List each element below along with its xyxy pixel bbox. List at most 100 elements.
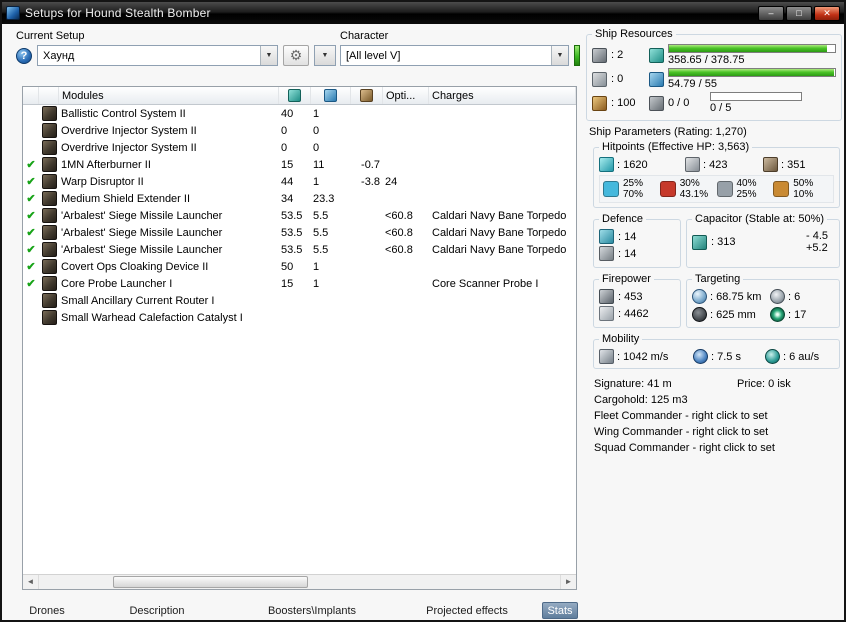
capacitor-column-icon[interactable] bbox=[360, 89, 373, 102]
module-powergrid-value: 5.5 bbox=[313, 243, 329, 256]
module-icon bbox=[41, 191, 57, 206]
cargohold-text: Cargohold: 125 m3 bbox=[594, 394, 688, 406]
cpu-bar bbox=[668, 44, 836, 53]
scroll-thumb[interactable] bbox=[113, 576, 308, 588]
table-row[interactable]: ✔ 'Arbalest' Siege Missile Launcher 53.5… bbox=[23, 241, 576, 258]
chevron-down-icon[interactable]: ▼ bbox=[551, 46, 568, 65]
scroll-right-button[interactable]: ► bbox=[560, 575, 576, 589]
tab-label: Projected effects bbox=[426, 604, 508, 617]
table-row[interactable]: ✔ 1MN Afterburner II 15 11 -0.7 bbox=[23, 156, 576, 173]
squad-commander-text[interactable]: Squad Commander - right click to set bbox=[594, 440, 838, 456]
table-row[interactable]: ✔ 'Arbalest' Siege Missile Launcher 53.5… bbox=[23, 207, 576, 224]
setup-menu-dropdown[interactable]: ▼ bbox=[314, 45, 336, 66]
table-row[interactable]: Overdrive Injector System II 0 0 bbox=[23, 139, 576, 156]
dronebay-value: 0 / 0 bbox=[668, 97, 690, 109]
module-name: Covert Ops Cloaking Device II bbox=[61, 260, 209, 273]
table-row[interactable]: Small Warhead Calefaction Catalyst I bbox=[23, 309, 576, 326]
module-name: Ballistic Control System II bbox=[61, 107, 186, 120]
scroll-left-button[interactable]: ◄ bbox=[23, 575, 39, 589]
tab[interactable]: Boosters\Implants bbox=[232, 602, 392, 619]
table-row[interactable]: Small Ancillary Current Router I bbox=[23, 292, 576, 309]
module-name: 'Arbalest' Siege Missile Launcher bbox=[61, 209, 223, 222]
table-row[interactable]: Overdrive Injector System II 0 0 bbox=[23, 122, 576, 139]
module-powergrid-value: 1 bbox=[313, 175, 320, 188]
character-select[interactable]: [All level V] ▼ bbox=[340, 45, 569, 66]
targeting-range-value: : 68.75 km bbox=[710, 290, 762, 303]
modules-column-header[interactable]: Modules bbox=[59, 87, 279, 104]
capacitor-icon bbox=[692, 234, 707, 250]
module-powergrid-value: 1 bbox=[313, 107, 320, 120]
firepower-value-2: : 4462 bbox=[618, 307, 649, 320]
cpu-icon bbox=[649, 47, 664, 63]
app-window: Setups for Hound Stealth Bomber – □ ✕ Cu… bbox=[0, 0, 846, 622]
module-name: Medium Shield Extender II bbox=[61, 192, 191, 205]
speed-icon bbox=[599, 349, 614, 364]
resist-top-value: 50% bbox=[793, 178, 814, 189]
module-cpu-value: 0 bbox=[281, 124, 288, 137]
tabs-bar: Drones Description Boosters\Implants Pro… bbox=[12, 602, 578, 619]
ship-resources-title: Ship Resources bbox=[595, 28, 673, 40]
horizontal-scrollbar[interactable]: ◄ ► bbox=[23, 574, 576, 589]
table-row[interactable]: ✔ Medium Shield Extender II 34 23.3 bbox=[23, 190, 576, 207]
structure-hp-value: : 351 bbox=[781, 158, 806, 171]
tab[interactable]: Description bbox=[82, 602, 232, 619]
module-powergrid-value: 23.3 bbox=[313, 192, 335, 205]
resist-icon bbox=[716, 181, 733, 197]
targeting-range-icon bbox=[692, 289, 707, 304]
drone-bandwidth-bar bbox=[710, 92, 802, 101]
module-cpu-value: 53.5 bbox=[281, 243, 303, 256]
align-time-value: : 7.5 s bbox=[711, 350, 741, 363]
resist-cell: 25% 70% bbox=[603, 178, 660, 200]
table-row[interactable]: ✔ Warp Disruptor II 44 1 -3.8 24 bbox=[23, 173, 576, 190]
defence-title: Defence bbox=[602, 213, 643, 225]
maximize-button[interactable]: □ bbox=[786, 5, 812, 21]
titlebar: Setups for Hound Stealth Bomber – □ ✕ bbox=[2, 2, 844, 24]
fleet-commander-text[interactable]: Fleet Commander - right click to set bbox=[594, 408, 838, 424]
help-icon[interactable]: ? bbox=[16, 47, 32, 64]
chevron-down-icon[interactable]: ▼ bbox=[260, 46, 277, 65]
cpu-column-icon[interactable] bbox=[288, 89, 301, 102]
table-row[interactable]: Ballistic Control System II 40 1 bbox=[23, 105, 576, 122]
setup-select[interactable]: Хаунд ▼ bbox=[37, 45, 278, 66]
module-cpu-value: 15 bbox=[281, 277, 294, 290]
align-time-icon bbox=[693, 349, 708, 364]
table-row[interactable]: ✔ Covert Ops Cloaking Device II 50 1 bbox=[23, 258, 576, 275]
fitted-check-icon: ✔ bbox=[26, 261, 36, 273]
drone-icon bbox=[649, 95, 664, 111]
wing-commander-text[interactable]: Wing Commander - right click to set bbox=[594, 424, 838, 440]
drone-bandwidth-value: 0 / 5 bbox=[710, 102, 732, 114]
tab[interactable]: Drones bbox=[12, 602, 82, 619]
tab[interactable]: Projected effects bbox=[392, 602, 542, 619]
sensor-strength-icon bbox=[770, 307, 785, 322]
warp-speed-value: : 6 au/s bbox=[783, 350, 820, 363]
tools-icon: ⚙ bbox=[289, 47, 303, 63]
table-row[interactable]: ✔ 'Arbalest' Siege Missile Launcher 53.5… bbox=[23, 224, 576, 241]
powergrid-column-icon[interactable] bbox=[324, 89, 337, 102]
calibration-icon bbox=[592, 95, 607, 111]
table-header: Modules Opti... Charges bbox=[23, 87, 576, 105]
module-icon bbox=[41, 276, 57, 291]
close-button[interactable]: ✕ bbox=[814, 5, 840, 21]
table-row[interactable]: ✔ Core Probe Launcher I 15 1 Core Scanne… bbox=[23, 275, 576, 292]
tab[interactable]: Stats bbox=[542, 602, 578, 619]
module-cpu-value: 53.5 bbox=[281, 226, 303, 239]
module-icon bbox=[41, 123, 57, 138]
resist-bottom-value: 70% bbox=[623, 189, 644, 200]
module-charge: Caldari Navy Bane Torpedo bbox=[432, 243, 567, 256]
module-optimal-value: <60.8 bbox=[385, 243, 413, 256]
defence-value-1: : 14 bbox=[618, 230, 637, 243]
mobility-title: Mobility bbox=[602, 333, 640, 345]
ship-parameters-title: Ship Parameters (Rating: 1,270) bbox=[589, 126, 747, 138]
minimize-button[interactable]: – bbox=[758, 5, 784, 21]
signature-text: Signature: 41 m bbox=[594, 378, 672, 390]
structure-icon bbox=[763, 157, 778, 172]
optimal-column-header[interactable]: Opti... bbox=[383, 87, 429, 104]
tools-button[interactable]: ⚙ bbox=[283, 45, 309, 66]
module-cpu-value: 40 bbox=[281, 107, 294, 120]
icon-column-header bbox=[39, 87, 59, 104]
current-setup-group: Current Setup ? Хаунд ▼ ⚙ ▼ bbox=[16, 30, 336, 66]
character-group: Character [All level V] ▼ bbox=[340, 30, 580, 66]
resist-bottom-value: 10% bbox=[793, 189, 814, 200]
capacitor-drain-value: - 4.5 bbox=[805, 230, 828, 242]
charges-column-header[interactable]: Charges bbox=[429, 87, 576, 104]
